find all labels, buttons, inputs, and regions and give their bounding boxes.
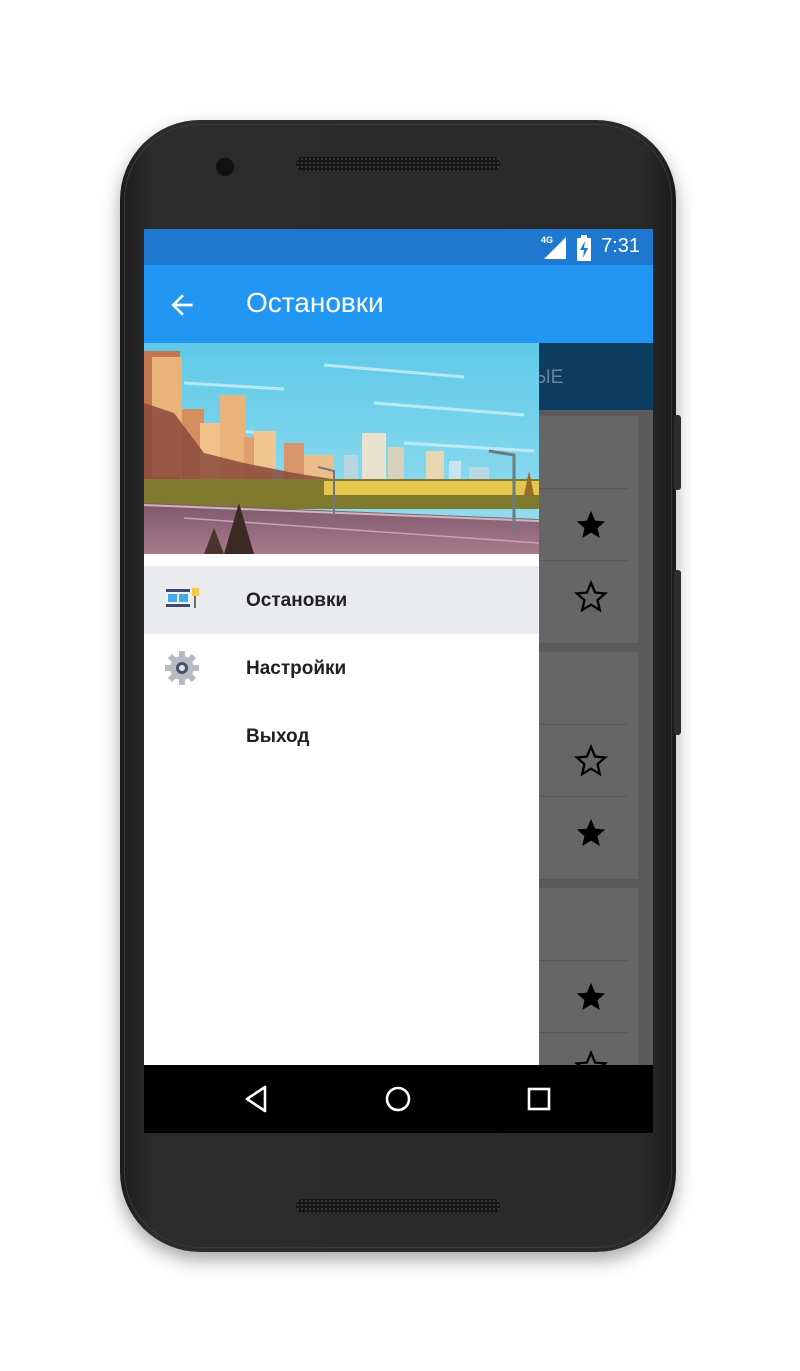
menu-item-logout[interactable]: Выход: [144, 702, 539, 770]
menu-item-stops[interactable]: Остановки: [144, 566, 539, 634]
top-speaker: [296, 157, 500, 171]
battery-charging-icon: [577, 235, 591, 261]
menu-item-label: Настройки: [246, 658, 347, 679]
home-circle-icon[interactable]: [378, 1079, 418, 1119]
star-filled-icon[interactable]: [574, 980, 608, 1014]
system-nav-bar: [144, 1065, 653, 1133]
back-triangle-icon[interactable]: [237, 1079, 277, 1119]
star-outline-icon[interactable]: [574, 744, 608, 778]
volume-button: [674, 415, 681, 490]
bus-stop-icon: [166, 588, 199, 608]
front-camera: [214, 156, 236, 178]
navigation-drawer: Остановки Настройки Выход: [144, 343, 539, 1065]
recents-square-icon[interactable]: [519, 1079, 559, 1119]
cell-signal-icon: [544, 237, 566, 259]
app-bar: Остановки: [144, 265, 653, 343]
menu-item-settings[interactable]: Настройки: [144, 634, 539, 702]
star-filled-icon[interactable]: [574, 508, 608, 542]
screen: МЫЕ 4G 7:31 Остановки Остановки Настройк…: [144, 229, 653, 1133]
status-bar: 4G 7:31: [144, 229, 653, 265]
page-title: Остановки: [246, 287, 384, 318]
power-button: [674, 570, 681, 735]
drawer-header-city-illustration: [144, 343, 539, 554]
bottom-speaker: [296, 1199, 500, 1213]
star-outline-icon[interactable]: [574, 580, 608, 614]
arrow-left-icon[interactable]: [166, 289, 198, 321]
star-filled-icon[interactable]: [574, 816, 608, 850]
menu-item-label: Остановки: [246, 590, 348, 611]
menu-item-label: Выход: [246, 726, 310, 747]
gear-icon: [165, 651, 199, 685]
clock: 7:31: [601, 235, 640, 257]
